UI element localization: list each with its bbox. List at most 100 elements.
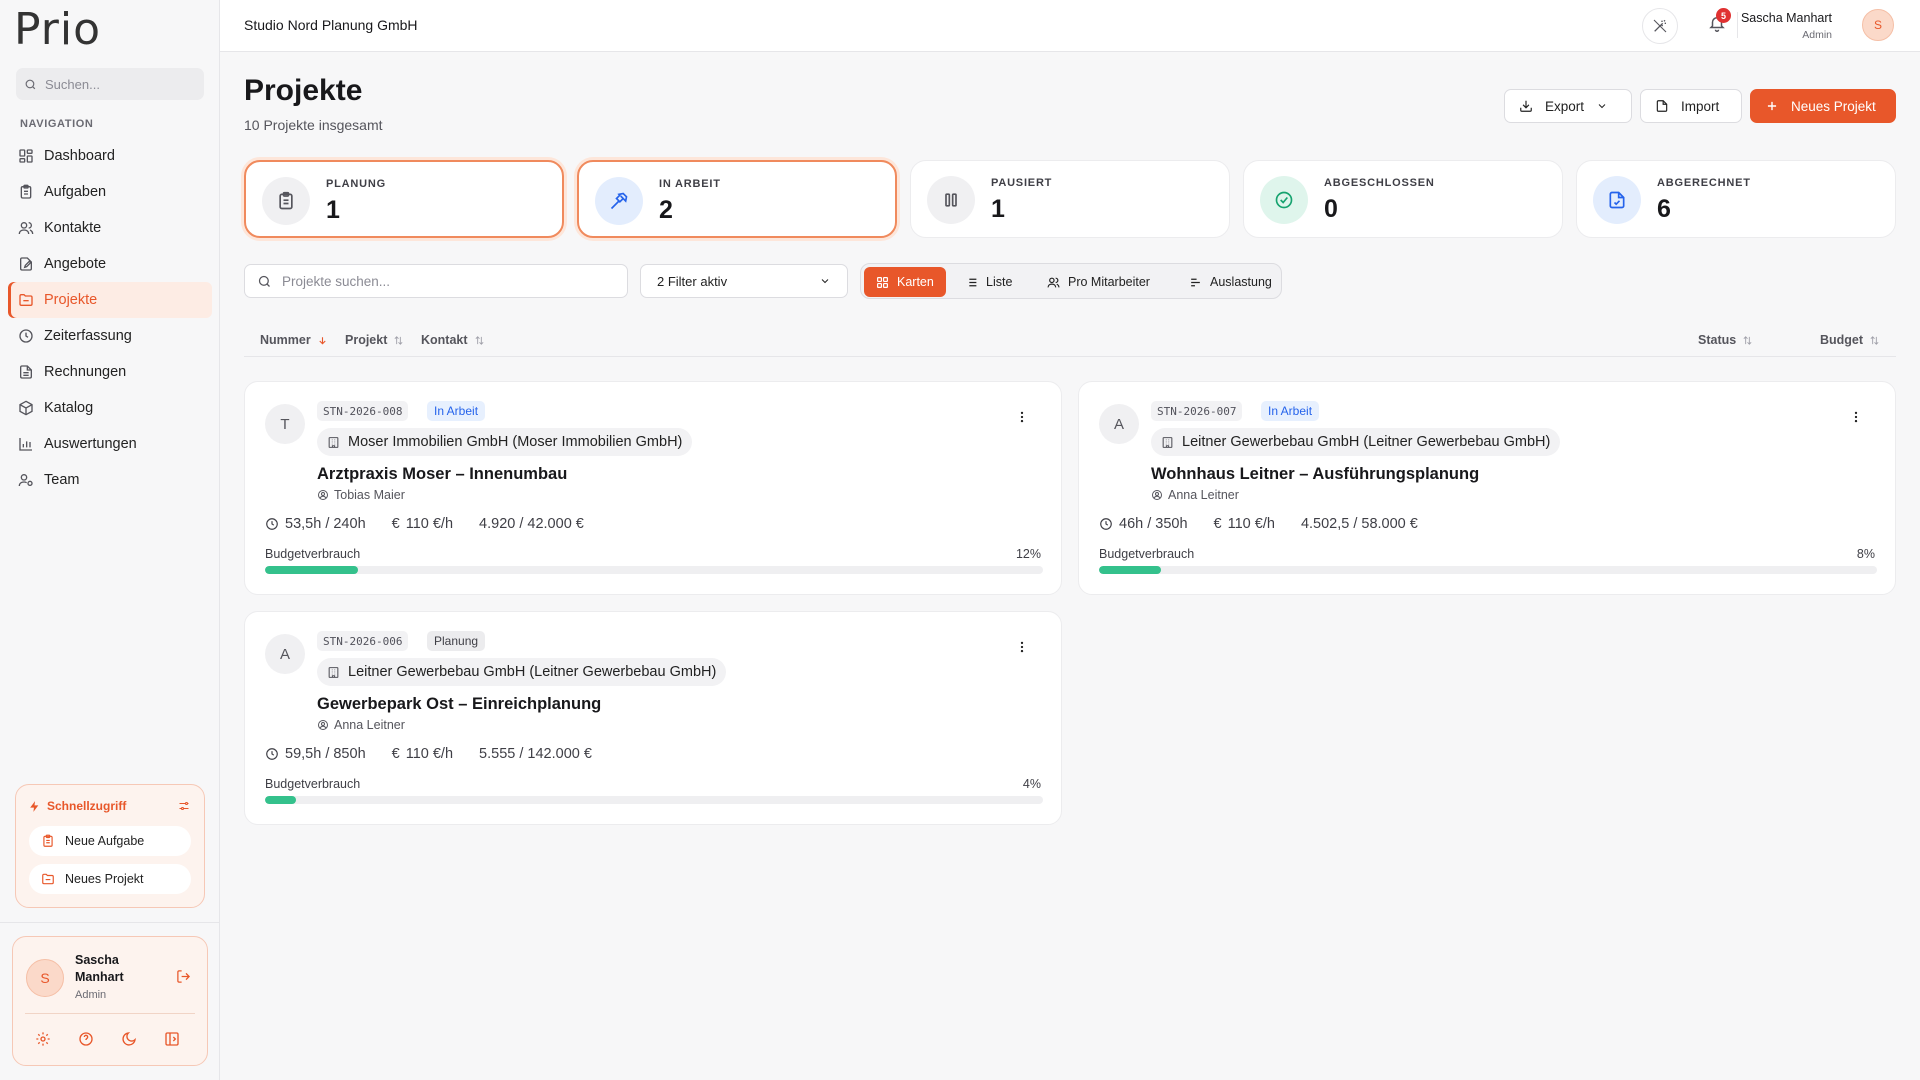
app-logo[interactable]: Prio <box>14 4 101 55</box>
magic-wand-button[interactable] <box>1642 8 1678 44</box>
sidebar-item-dashboard[interactable]: Dashboard <box>8 138 212 174</box>
view-list-button[interactable]: Liste <box>953 267 1024 297</box>
contact-chip[interactable]: Leitner Gewerbebau GmbH (Leitner Gewerbe… <box>1151 428 1561 456</box>
project-metrics: 46h / 350h € 110 €/h 4.502,5 / 58.000 € <box>1099 516 1418 532</box>
quick-access-panel: Schnellzugriff Neue Aufgabe Neues Projek… <box>15 784 205 908</box>
stat-card-abgerechnet[interactable]: ABGERECHNET 6 <box>1576 160 1896 238</box>
new-project-button[interactable]: Neues Projekt <box>1750 89 1896 123</box>
sidebar-item-aufgaben[interactable]: Aufgaben <box>8 174 212 210</box>
sort-nummer[interactable]: Nummer <box>260 333 328 347</box>
stat-card-pausiert[interactable]: PAUSIERT 1 <box>910 160 1230 238</box>
project-metrics: 59,5h / 850h € 110 €/h 5.555 / 142.000 € <box>265 746 592 762</box>
moon-icon[interactable] <box>121 1031 137 1047</box>
sidebar-item-projekte[interactable]: Projekte <box>8 282 212 318</box>
topbar-avatar[interactable]: S <box>1862 9 1894 41</box>
more-vertical-icon[interactable] <box>1015 640 1029 654</box>
contact-chip[interactable]: Moser Immobilien GmbH (Moser Immobilien … <box>317 428 693 456</box>
project-card[interactable]: A STN-2026-007 In Arbeit Leitner Gewerbe… <box>1078 381 1896 595</box>
project-name[interactable]: Gewerbepark Ost – Einreichplanung <box>317 695 601 714</box>
align-left-icon <box>1191 278 1200 286</box>
view-utilization-button[interactable]: Auslastung <box>1177 267 1284 297</box>
project-search-input[interactable]: Projekte suchen... <box>244 264 628 298</box>
sidebar-toggle-icon[interactable] <box>164 1031 180 1047</box>
clock-icon <box>1100 518 1112 530</box>
sidebar-search-input[interactable]: Suchen... <box>16 68 204 100</box>
project-number: STN-2026-006 <box>317 631 409 651</box>
sidebar-item-angebote[interactable]: Angebote <box>8 246 212 282</box>
export-label: Export <box>1545 98 1585 114</box>
sidebar-item-team[interactable]: Team <box>8 462 212 498</box>
notification-badge: 5 <box>1716 8 1731 23</box>
project-owner: Anna Leitner <box>1151 488 1239 502</box>
settings-icon[interactable] <box>35 1031 51 1047</box>
column-label: Kontakt <box>421 333 468 347</box>
sidebar-item-label: Dashboard <box>44 148 115 164</box>
pause-icon <box>945 193 957 207</box>
quick-new-task-button[interactable]: Neue Aufgabe <box>29 826 191 856</box>
sidebar-divider <box>0 922 220 923</box>
budget-progress-fill <box>265 566 359 574</box>
hours-metric: 53,5h / 240h <box>265 516 366 532</box>
view-cards-button[interactable]: Karten <box>864 267 946 297</box>
topbar-user-name[interactable]: Sascha Manhart <box>1741 11 1832 25</box>
stat-card-planung[interactable]: PLANUNG 1 <box>244 160 564 238</box>
sidebar-item-zeiterfassung[interactable]: Zeiterfassung <box>8 318 212 354</box>
grid-icon <box>877 276 888 288</box>
view-cards-label: Karten <box>897 275 934 289</box>
sliders-icon[interactable] <box>178 800 190 812</box>
sidebar: Prio Suchen... NAVIGATION Dashboard Aufg… <box>0 0 220 1080</box>
sort-status[interactable]: Status <box>1698 333 1753 347</box>
project-metrics: 53,5h / 240h € 110 €/h 4.920 / 42.000 € <box>265 516 584 532</box>
stat-value: 1 <box>991 195 1005 223</box>
sort-budget[interactable]: Budget <box>1820 333 1880 347</box>
euro-icon: € <box>391 516 400 532</box>
stat-label: PLANUNG <box>326 178 386 190</box>
list-icon <box>966 278 977 286</box>
column-label: Budget <box>1820 333 1864 347</box>
file-check-icon <box>1609 191 1625 209</box>
sidebar-item-katalog[interactable]: Katalog <box>8 390 212 426</box>
import-button[interactable]: Import <box>1640 89 1742 123</box>
contact-name: Leitner Gewerbebau GmbH (Leitner Gewerbe… <box>1182 434 1551 450</box>
more-vertical-icon[interactable] <box>1015 410 1029 424</box>
budget-progress-bar <box>1099 566 1877 574</box>
project-card[interactable]: A STN-2026-006 Planung Leitner Gewerbeba… <box>244 611 1062 825</box>
budget-progress-fill <box>1099 566 1162 574</box>
sort-projekt[interactable]: Projekt <box>345 333 404 347</box>
view-per-employee-button[interactable]: Pro Mitarbeiter <box>1035 267 1162 297</box>
stat-icon-wrap <box>1260 176 1308 224</box>
user-name: Sascha Manhart <box>75 953 124 984</box>
export-button[interactable]: Export <box>1504 89 1632 123</box>
user-card-divider <box>25 1013 195 1014</box>
quick-new-project-button[interactable]: Neues Projekt <box>29 864 191 894</box>
help-icon[interactable] <box>78 1031 94 1047</box>
stat-value: 1 <box>326 196 340 224</box>
receipt-icon <box>20 365 32 379</box>
project-name[interactable]: Wohnhaus Leitner – Ausführungsplanung <box>1151 465 1479 484</box>
project-card[interactable]: T STN-2026-008 In Arbeit Moser Immobilie… <box>244 381 1062 595</box>
sort-kontakt[interactable]: Kontakt <box>421 333 485 347</box>
budget-metric: 4.920 / 42.000 € <box>479 516 584 532</box>
clock-icon <box>19 329 33 343</box>
filter-select[interactable]: 2 Filter aktiv <box>640 264 848 298</box>
rate-value: 110 €/h <box>1227 516 1275 532</box>
sidebar-item-label: Angebote <box>44 256 107 272</box>
stat-card-in-arbeit[interactable]: IN ARBEIT 2 <box>577 160 897 238</box>
stat-label: ABGERECHNET <box>1657 177 1751 189</box>
sidebar-item-rechnungen[interactable]: Rechnungen <box>8 354 212 390</box>
more-vertical-icon[interactable] <box>1849 410 1863 424</box>
budget-usage-label: Budgetverbrauch <box>1099 547 1195 561</box>
avatar[interactable]: S <box>26 959 64 997</box>
project-name[interactable]: Arztpraxis Moser – Innenumbau <box>317 465 567 484</box>
building-icon <box>328 666 339 678</box>
sidebar-item-kontakte[interactable]: Kontakte <box>8 210 212 246</box>
hours-value: 59,5h / 850h <box>285 746 366 762</box>
sidebar-item-auswertungen[interactable]: Auswertungen <box>8 426 212 462</box>
stat-card-abgeschlossen[interactable]: ABGESCHLOSSEN 0 <box>1243 160 1563 238</box>
logout-icon[interactable] <box>176 969 191 984</box>
hammer-icon <box>610 192 628 210</box>
import-label: Import <box>1681 98 1720 114</box>
budget-metric: 4.502,5 / 58.000 € <box>1301 516 1418 532</box>
contact-chip[interactable]: Leitner Gewerbebau GmbH (Leitner Gewerbe… <box>317 658 727 686</box>
rate-value: 110 €/h <box>405 516 454 532</box>
